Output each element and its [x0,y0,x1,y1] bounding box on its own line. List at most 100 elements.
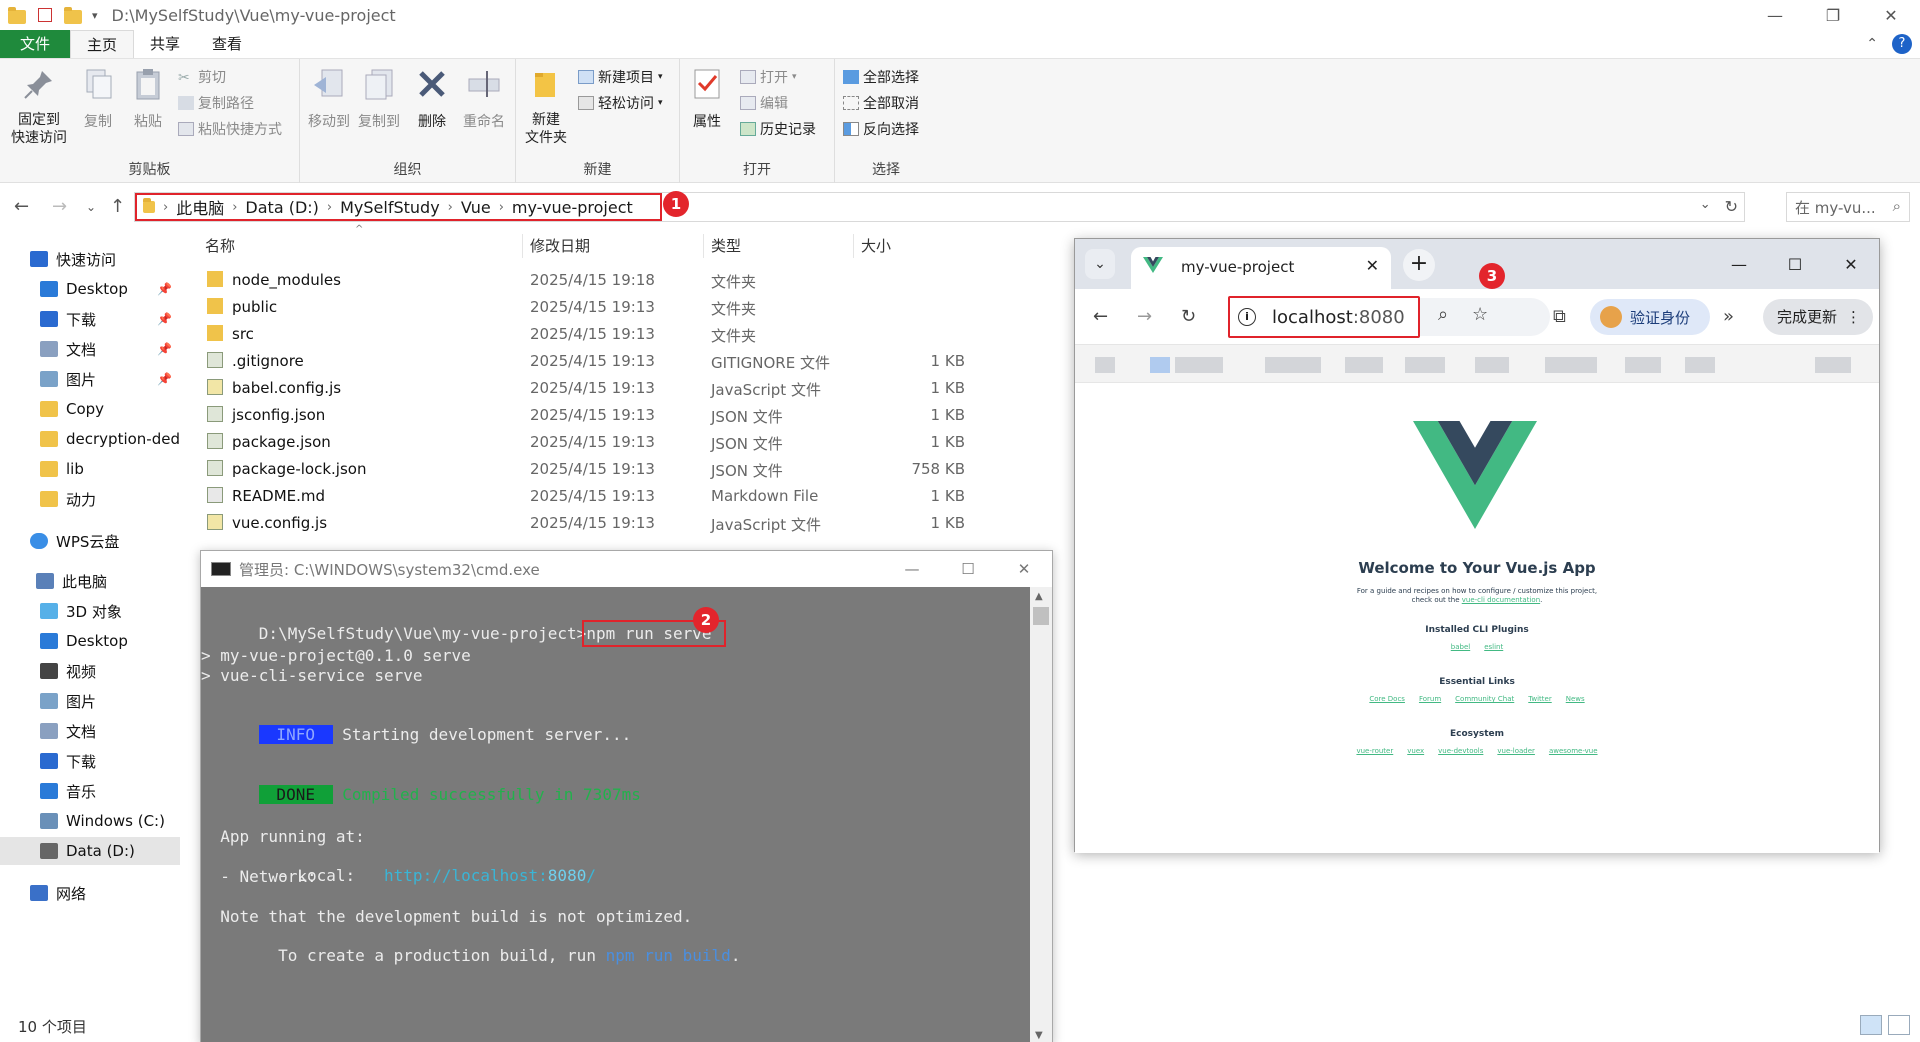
link[interactable]: Twitter [1528,695,1551,703]
reload-icon[interactable]: ↻ [1181,306,1196,327]
link[interactable]: awesome-vue [1549,747,1598,755]
local-url-link[interactable]: http://localhost: [384,866,548,885]
file-row[interactable]: package-lock.json 2025/4/15 19:13 JSON 文件 7… [195,456,975,483]
file-row[interactable]: babel.config.js 2025/4/15 19:13 JavaScript… [195,375,975,402]
edit-button[interactable]: 编辑 [740,93,788,113]
nav-item[interactable]: lib [0,455,180,483]
forward-arrow-icon[interactable]: → [52,196,67,217]
file-row[interactable]: vue.config.js 2025/4/15 19:13 JavaScript 文… [195,510,975,537]
nav-item[interactable]: 此电脑 [0,567,180,595]
new-tab-button[interactable]: + [1403,249,1435,281]
pin-quick-access-button[interactable]: 固定到 快速访问 [8,67,70,147]
invert-selection-button[interactable]: 反向选择 [843,119,919,139]
collapse-ribbon-icon[interactable]: ⌃ [1866,36,1878,52]
breadcrumb-item[interactable]: Vue [461,198,491,217]
nav-item[interactable]: 动力 [0,485,180,513]
cut-button[interactable]: ✂ 剪切 [178,67,226,87]
link[interactable]: vue-router [1356,747,1393,755]
link[interactable]: Core Docs [1369,695,1405,703]
refresh-icon[interactable]: ↻ [1725,197,1738,216]
column-divider[interactable] [703,234,704,258]
copy-to-button[interactable]: 复制到 [356,67,402,131]
vue-cli-docs-link[interactable]: vue-cli documentation [1462,596,1540,604]
link[interactable]: News [1566,695,1585,703]
nav-item[interactable]: 下载 📌 [0,305,180,333]
close-button[interactable]: ✕ [1862,0,1920,30]
select-none-button[interactable]: 全部取消 [843,93,919,113]
blurred-bookmark[interactable] [1815,357,1851,373]
tab-search-dropdown-icon[interactable]: ⌄ [1085,249,1115,279]
blurred-bookmark[interactable] [1625,357,1661,373]
blurred-bookmark[interactable] [1095,357,1115,373]
column-header-size[interactable]: 大小 [861,230,891,260]
column-header-name[interactable]: 名称 [205,230,235,260]
link[interactable]: eslint [1484,643,1503,651]
nav-item[interactable]: 音乐 [0,777,180,805]
quick-access-dropdown-icon[interactable]: ▾ [92,9,98,22]
zoom-icon[interactable]: ⌕ [1438,304,1448,325]
nav-item[interactable]: 下载 [0,747,180,775]
details-view-icon[interactable] [1860,1015,1882,1035]
file-row[interactable]: package.json 2025/4/15 19:13 JSON 文件 1 KB [195,429,975,456]
blurred-bookmark[interactable] [1265,357,1321,373]
open-button[interactable]: 打开 ▾ [740,67,797,87]
nav-item[interactable]: 图片 [0,687,180,715]
kebab-menu-icon[interactable]: ⋮ [1846,299,1861,335]
minimize-button[interactable]: — [1711,239,1767,289]
scroll-thumb[interactable] [1033,607,1049,625]
blurred-bookmark[interactable] [1345,357,1383,373]
nav-item[interactable]: WPS云盘 [0,527,180,555]
breadcrumb-item[interactable]: Data (D:) [245,198,318,217]
copy-path-button[interactable]: 复制路径 [178,93,254,113]
new-folder-button[interactable]: 新建 文件夹 [524,67,568,147]
new-folder-icon[interactable] [64,7,82,24]
recent-dropdown-icon[interactable]: ⌄ [86,200,96,214]
scroll-up-icon[interactable]: ▲ [1035,591,1043,602]
maximize-button[interactable]: ❐ [1804,0,1862,30]
blurred-bookmark[interactable] [1175,357,1223,373]
site-info-icon[interactable]: i [1238,308,1256,326]
url-bar[interactable]: i localhost:8080 [1228,296,1420,338]
file-row[interactable]: README.md 2025/4/15 19:13 Markdown File 1 K… [195,483,975,510]
up-arrow-icon[interactable]: ↑ [110,196,125,217]
breadcrumb-item[interactable]: 此电脑 [176,195,224,219]
column-header-type[interactable]: 类型 [711,230,741,260]
nav-item[interactable]: 网络 [0,879,180,907]
nav-item[interactable]: 视频 [0,657,180,685]
minimize-button[interactable]: — [884,551,940,587]
new-item-button[interactable]: 新建项目 ▾ [578,67,663,87]
blurred-bookmark[interactable] [1475,357,1509,373]
forward-arrow-icon[interactable]: → [1137,306,1152,327]
move-to-button[interactable]: 移动到 [306,67,352,131]
paste-button[interactable]: 粘贴 [128,67,168,131]
tab-home[interactable]: 主页 [70,30,135,58]
nav-item[interactable]: Windows (C:) [0,807,180,835]
link[interactable]: Community Chat [1455,695,1514,703]
file-row[interactable]: src 2025/4/15 19:13 文件夹 [195,321,975,348]
link[interactable]: vue-devtools [1438,747,1483,755]
copy-button[interactable]: 复制 [78,67,118,131]
console-output[interactable]: D:\MySelfStudy\Vue\my-vue-project>npm ru… [201,587,1031,1042]
nav-item[interactable]: 3D 对象 [0,597,180,625]
file-row[interactable]: public 2025/4/15 19:13 文件夹 [195,294,975,321]
file-row[interactable]: node_modules 2025/4/15 19:18 文件夹 [195,267,975,294]
search-input[interactable]: 在 my-vu... ⌕ [1786,192,1910,222]
nav-item[interactable]: Copy [0,395,180,423]
blurred-bookmark[interactable] [1405,357,1445,373]
nav-item[interactable]: 快速访问 [0,245,180,273]
nav-item[interactable]: 图片 📌 [0,365,180,393]
file-row[interactable]: .gitignore 2025/4/15 19:13 GITIGNORE 文件 1 K… [195,348,975,375]
link[interactable]: Forum [1419,695,1441,703]
browser-tab[interactable]: my-vue-project ✕ [1131,247,1391,289]
more-tools-chevron-icon[interactable]: » [1723,306,1734,327]
extensions-icon[interactable]: ⧉ [1553,306,1566,327]
history-button[interactable]: 历史记录 [740,119,816,139]
update-button[interactable]: 完成更新 ⋮ [1763,299,1873,335]
console-scrollbar[interactable]: ▲ ▼ [1030,587,1052,1042]
column-divider[interactable] [853,234,854,258]
breadcrumb-item[interactable]: my-vue-project [512,198,633,217]
paste-shortcut-button[interactable]: 粘贴快捷方式 [178,119,282,139]
nav-item[interactable]: Desktop 📌 [0,275,180,303]
delete-button[interactable]: 删除 [414,67,450,131]
breadcrumb-item[interactable]: MySelfStudy [340,198,440,217]
